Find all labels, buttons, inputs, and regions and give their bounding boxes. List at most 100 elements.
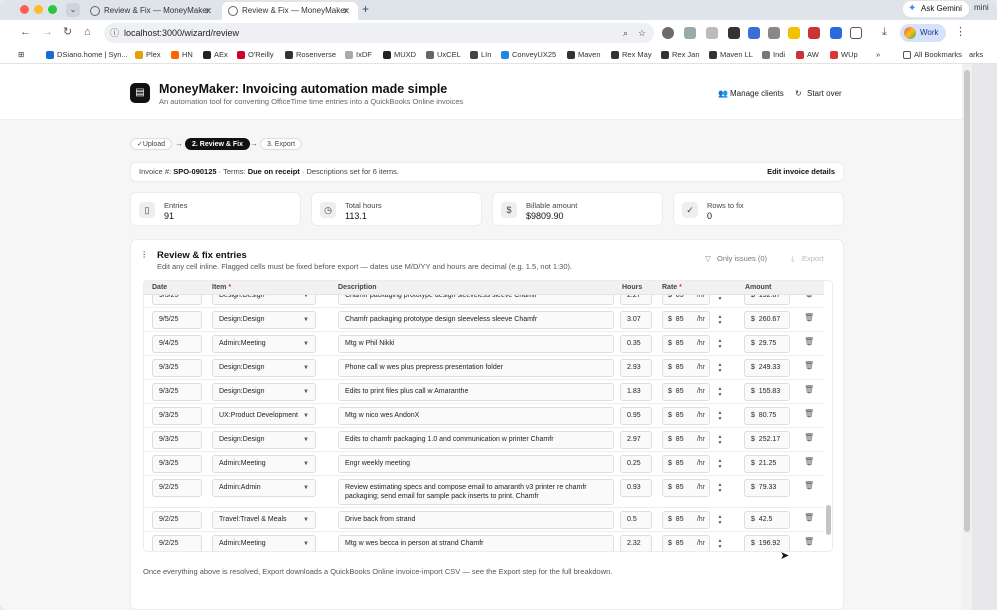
bookmark-item[interactable]: O'Reilly	[237, 50, 274, 60]
date-input[interactable]: 9/3/25	[152, 383, 202, 401]
date-input[interactable]: 9/3/25	[152, 455, 202, 473]
stepper-down-icon[interactable]: ▼	[716, 520, 724, 526]
bookmark-item[interactable]: Rex Jan	[661, 50, 700, 60]
step-review[interactable]: 2. Review & Fix	[185, 138, 250, 150]
rate-input[interactable]: $ 85/hr	[662, 407, 710, 425]
extension-icon[interactable]	[768, 27, 780, 39]
start-over-button[interactable]: ↻ Start over	[795, 86, 842, 102]
stepper-down-icon[interactable]: ▼	[716, 488, 724, 494]
address-bar[interactable]: ⓘ localhost:3000/wizard/review ⌕ ☆	[104, 23, 654, 43]
rate-stepper[interactable]: ▲▼	[716, 458, 724, 470]
rate-input[interactable]: $ 85/hr	[662, 335, 710, 353]
trash-icon[interactable]: 🗑	[804, 385, 814, 394]
step-export[interactable]: 3. Export	[260, 138, 303, 150]
bookmark-item[interactable]: Maven	[567, 50, 601, 60]
stepper-down-icon[interactable]: ▼	[716, 320, 724, 326]
description-input[interactable]: Review estimating specs and compose emai…	[338, 479, 614, 505]
bookmark-item[interactable]: Indi	[762, 50, 785, 60]
description-input[interactable]: Mtg w nico wes AndonX	[338, 407, 614, 425]
forward-arrow-icon[interactable]: →	[42, 25, 53, 39]
hours-input[interactable]: 3.07	[620, 311, 652, 329]
all-bookmarks-item[interactable]: All Bookmarks	[903, 50, 962, 60]
rate-stepper[interactable]: ▲▼	[716, 482, 724, 494]
stepper-down-icon[interactable]: ▼	[716, 544, 724, 550]
browser-tab-active[interactable]: Review & Fix — MoneyMaker ✕	[222, 2, 358, 20]
trash-icon[interactable]: 🗑	[804, 433, 814, 442]
bookmark-item[interactable]: LIn	[470, 50, 491, 60]
date-input[interactable]: 9/5/25	[152, 311, 202, 329]
description-input[interactable]: Chamfr packaging prototype design sleeve…	[338, 311, 614, 329]
bookmark-item[interactable]: Plex	[135, 50, 161, 60]
rate-stepper[interactable]: ▲▼	[716, 362, 724, 374]
rate-input[interactable]: $ 85/hr	[662, 535, 710, 551]
rate-stepper[interactable]: ▲▼	[716, 434, 724, 446]
description-input[interactable]: Chamfr packaging prototype design sleeve…	[338, 295, 614, 305]
edit-invoice-details-button[interactable]: Edit invoice details	[767, 163, 835, 181]
bookmark-item[interactable]: MUXD	[383, 50, 416, 60]
puzzle-extensions-icon[interactable]	[850, 27, 862, 39]
reload-icon[interactable]: ↻	[63, 25, 72, 39]
trash-icon[interactable]: 🗑	[804, 337, 814, 346]
trash-icon[interactable]: 🗑	[804, 537, 814, 546]
bookmark-item[interactable]: Rosenverse	[285, 50, 336, 60]
stepper-down-icon[interactable]: ▼	[716, 296, 724, 302]
date-input[interactable]: 9/2/25	[152, 479, 202, 497]
rate-stepper[interactable]: ▲▼	[716, 338, 724, 350]
extension-icon[interactable]	[788, 27, 800, 39]
site-info-icon[interactable]: ⓘ	[110, 23, 119, 43]
hours-input[interactable]: 1.83	[620, 383, 652, 401]
item-select[interactable]: Design:Design ▼	[212, 431, 316, 449]
hours-input[interactable]: 0.95	[620, 407, 652, 425]
bookmark-star-icon[interactable]: ☆	[638, 23, 646, 43]
rate-input[interactable]: $ 85/hr	[662, 511, 710, 529]
rate-input[interactable]: $ 85/hr	[662, 295, 710, 305]
download-icon[interactable]: ⤓	[882, 25, 887, 39]
more-vert-icon[interactable]: ⋮	[955, 25, 966, 39]
date-input[interactable]: 9/3/25	[152, 359, 202, 377]
bookmark-item[interactable]: Maven LL	[709, 50, 753, 60]
date-input[interactable]: 9/5/25	[152, 295, 202, 305]
bookmark-item[interactable]: HN	[171, 50, 193, 60]
extension-icon[interactable]	[662, 27, 674, 39]
hours-input[interactable]: 2.97	[620, 431, 652, 449]
trash-icon[interactable]: 🗑	[804, 513, 814, 522]
apps-grid-icon[interactable]: ⊞	[18, 50, 24, 60]
extension-icon[interactable]	[748, 27, 760, 39]
description-input[interactable]: Mtg w wes becca in person at strand Cham…	[338, 535, 614, 551]
hours-input[interactable]: 0.93	[620, 479, 652, 497]
extension-icon[interactable]	[684, 27, 696, 39]
hours-input[interactable]: 0.5	[620, 511, 652, 529]
trash-icon[interactable]: 🗑	[804, 457, 814, 466]
bookmark-item[interactable]: ConveyUX25	[501, 50, 556, 60]
zoom-icon[interactable]: ⌕	[623, 23, 628, 43]
page-scrollbar[interactable]	[962, 64, 972, 610]
bookmarks-more-icon[interactable]: »	[876, 50, 880, 60]
date-input[interactable]: 9/4/25	[152, 335, 202, 353]
trash-icon[interactable]: 🗑	[804, 295, 814, 298]
item-select[interactable]: Design:Design ▼	[212, 311, 316, 329]
manage-clients-button[interactable]: 👥 Manage clients	[718, 86, 784, 102]
item-select[interactable]: UX:Product Development ▼	[212, 407, 316, 425]
hours-input[interactable]: 2.27	[620, 295, 652, 305]
item-select[interactable]: Admin:Meeting ▼	[212, 335, 316, 353]
stepper-down-icon[interactable]: ▼	[716, 440, 724, 446]
rate-stepper[interactable]: ▲▼	[716, 295, 724, 302]
trash-icon[interactable]: 🗑	[804, 361, 814, 370]
extension-icon[interactable]	[830, 27, 842, 39]
rate-input[interactable]: $ 85/hr	[662, 431, 710, 449]
export-button[interactable]: ⤓ Export	[791, 252, 824, 266]
description-input[interactable]: Edits to chamfr packaging 1.0 and commun…	[338, 431, 614, 449]
stepper-down-icon[interactable]: ▼	[716, 464, 724, 470]
bookmark-item[interactable]: Rex May	[611, 50, 652, 60]
close-window-button[interactable]	[20, 5, 29, 14]
maximize-window-button[interactable]	[48, 5, 57, 14]
close-tab-icon[interactable]: ✕	[204, 2, 212, 20]
tab-search-chevron-icon[interactable]: ⌄	[66, 3, 80, 17]
stepper-down-icon[interactable]: ▼	[716, 344, 724, 350]
item-select[interactable]: Design:Design ▼	[212, 295, 316, 305]
item-select[interactable]: Design:Design ▼	[212, 383, 316, 401]
ask-gemini-button[interactable]: ✦ Ask Gemini	[903, 1, 969, 17]
close-tab-icon[interactable]: ✕	[342, 2, 350, 20]
description-input[interactable]: Mtg w Phil Nikki	[338, 335, 614, 353]
item-select[interactable]: Admin:Admin ▼	[212, 479, 316, 497]
